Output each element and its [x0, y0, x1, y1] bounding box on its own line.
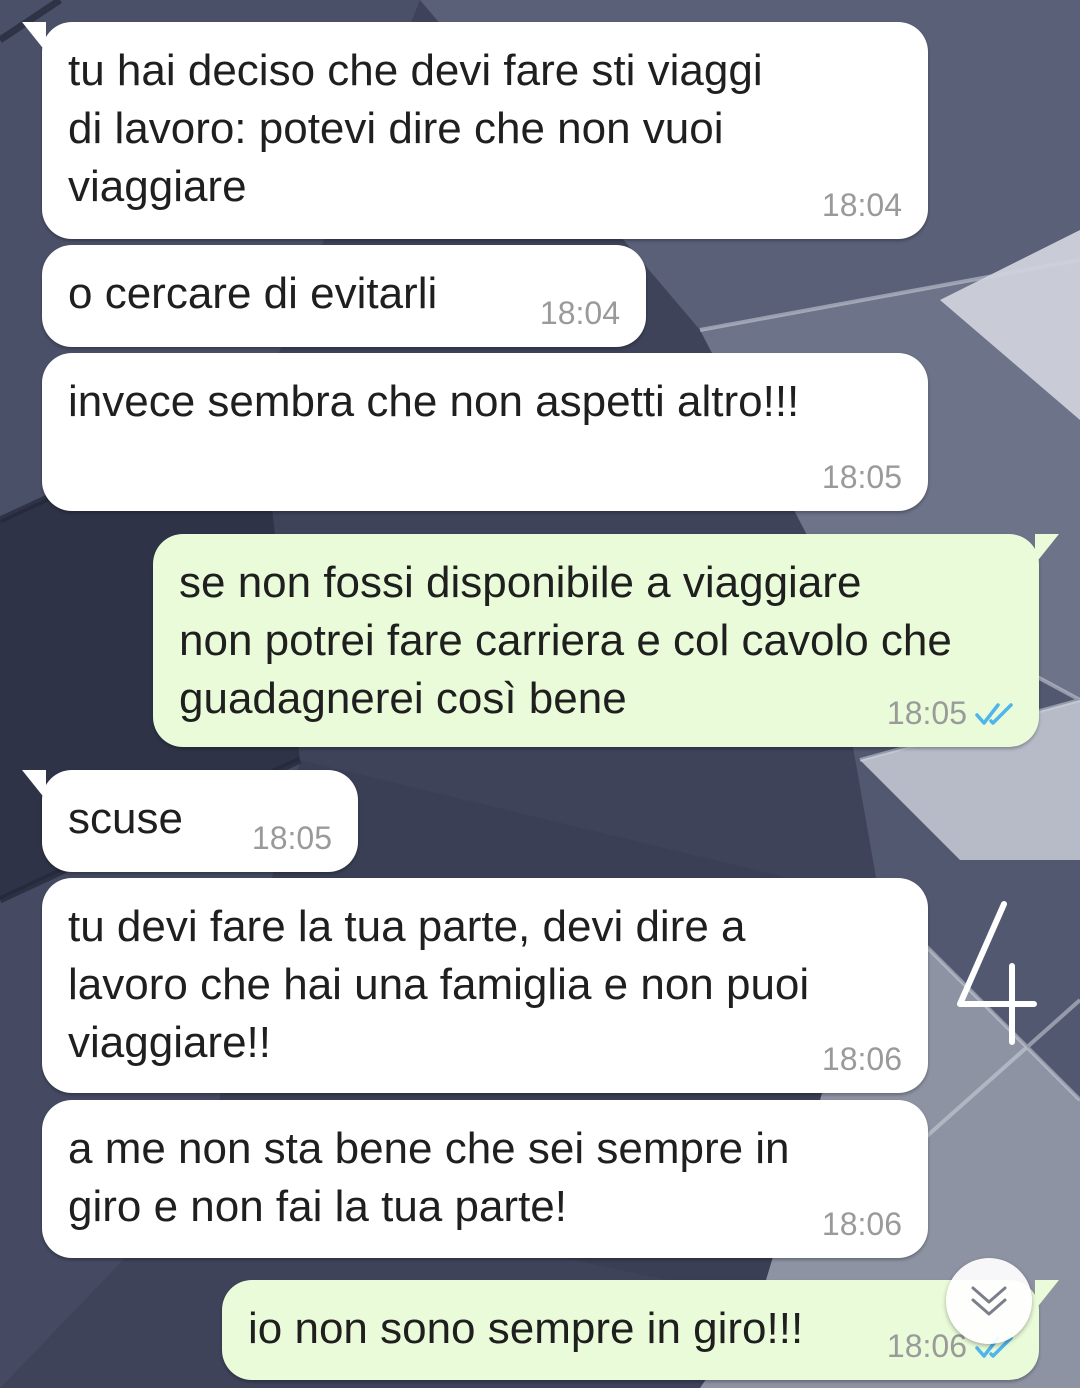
scroll-to-bottom-button[interactable] — [946, 1258, 1032, 1344]
message-text: o cercare di evitarli — [68, 269, 438, 318]
message-timestamp: 18:04 — [821, 187, 902, 223]
message-bubble-incoming[interactable]: scuse 18:05 — [22, 770, 358, 872]
message-timestamp: 18:06 — [821, 1206, 902, 1242]
message-text: a me non sta bene che sei sempre in giro… — [68, 1124, 790, 1231]
handwritten-four-mark — [957, 901, 1037, 1045]
message-timestamp: 18:05 — [251, 820, 332, 856]
message-timestamp: 18:06 — [821, 1041, 902, 1077]
message-bubble-outgoing[interactable]: se non fossi disponibile a viaggiare non… — [153, 534, 1059, 747]
message-text: invece sembra che non aspetti altro!!! — [68, 377, 800, 426]
double-chevron-down-icon — [971, 1286, 1007, 1316]
message-bubble-incoming[interactable]: tu hai deciso che devi fare sti viaggi d… — [22, 22, 928, 239]
message-timestamp: 18:05 — [821, 459, 902, 495]
double-check-icon — [975, 703, 1013, 725]
message-bubble-outgoing[interactable]: io non sono sempre in giro!!! 18:06 — [222, 1280, 1059, 1380]
message-bubble-incoming[interactable]: o cercare di evitarli 18:04 — [42, 245, 646, 347]
message-text: tu devi fare la tua parte, devi dire a l… — [68, 902, 810, 1067]
message-bubble-incoming[interactable]: invece sembra che non aspetti altro!!! 1… — [42, 353, 928, 511]
message-timestamp: 18:06 — [886, 1328, 967, 1364]
message-text: tu hai deciso che devi fare sti viaggi d… — [68, 46, 763, 211]
message-timestamp: 18:04 — [539, 295, 620, 331]
message-bubble-incoming[interactable]: a me non sta bene che sei sempre in giro… — [42, 1100, 928, 1258]
message-bubble-incoming[interactable]: tu devi fare la tua parte, devi dire a l… — [42, 878, 928, 1093]
message-timestamp: 18:05 — [886, 695, 967, 731]
